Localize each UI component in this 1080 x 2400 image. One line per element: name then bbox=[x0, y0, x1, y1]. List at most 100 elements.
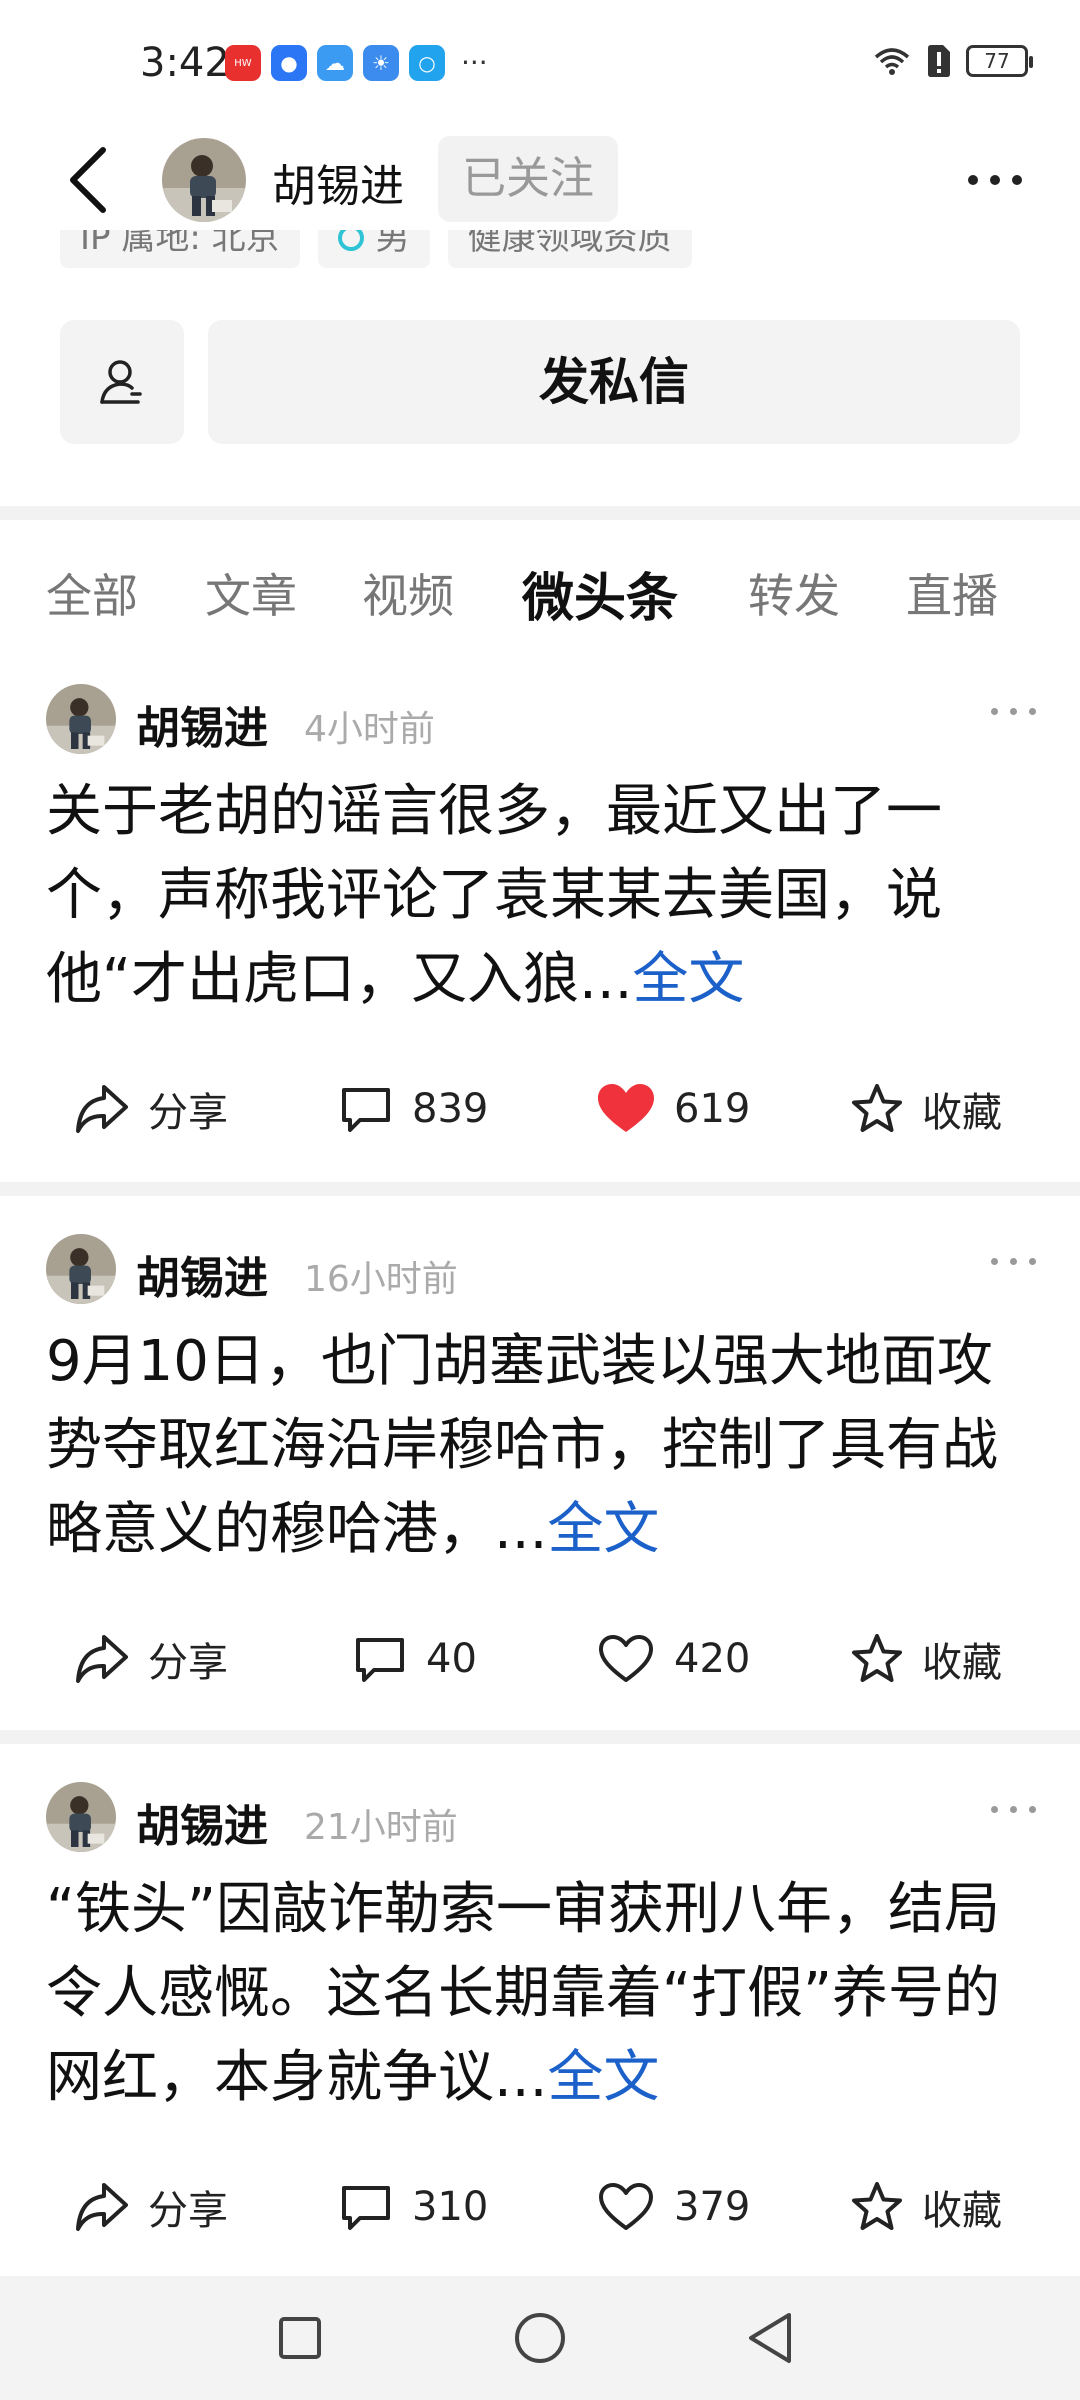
post-header: 胡锡进 16小时前 bbox=[46, 1234, 1036, 1306]
status-right: 77 bbox=[872, 44, 1033, 78]
user-icon bbox=[100, 360, 142, 404]
like-count: 379 bbox=[674, 2184, 751, 2230]
like-count: 420 bbox=[674, 1636, 751, 1682]
weather-app-icon: ☀ bbox=[363, 45, 399, 81]
qualification-tag[interactable]: 健康领域资质 bbox=[447, 230, 692, 268]
share-label: 分享 bbox=[148, 2188, 228, 2234]
collect-button[interactable]: 收藏 bbox=[850, 1069, 1002, 1149]
collect-label: 收藏 bbox=[922, 1090, 1002, 1136]
tab-reposts[interactable]: 转发 bbox=[748, 560, 840, 626]
more-dot-icon bbox=[991, 708, 998, 715]
ip-location-label: IP 属地: 北京 bbox=[80, 230, 280, 258]
send-message-button[interactable]: 发私信 bbox=[208, 320, 1020, 444]
read-full-link[interactable]: 全文 bbox=[547, 2045, 659, 2110]
avatar[interactable] bbox=[162, 138, 246, 222]
star-icon bbox=[852, 2182, 902, 2230]
profile-tags: IP 属地: 北京 男 健康领域资质 bbox=[0, 230, 1080, 282]
like-count: 619 bbox=[674, 1086, 751, 1132]
qualification-label: 健康领域资质 bbox=[467, 230, 672, 258]
user-contact-button[interactable] bbox=[60, 320, 184, 444]
comment-count: 40 bbox=[426, 1636, 477, 1682]
collect-button[interactable]: 收藏 bbox=[850, 2167, 1002, 2247]
post-actions: 分享 40 420 收藏 bbox=[0, 1619, 1080, 1699]
post-actions: 分享 310 379 收藏 bbox=[0, 2167, 1080, 2247]
comment-button[interactable]: 40 bbox=[352, 1619, 477, 1699]
share-button[interactable]: 分享 bbox=[74, 1069, 228, 1149]
collect-button[interactable]: 收藏 bbox=[850, 1619, 1002, 1699]
post-body: 关于老胡的谣言很多，最近又出了一个，声称我评论了袁某某去美国，说他“才出虎口，又… bbox=[46, 779, 942, 1012]
share-icon bbox=[76, 1635, 128, 1683]
post-text[interactable]: “铁头”因敲诈勒索一审获刑八年，结局令人感慨。这名长期靠着“打假”养号的网红，本… bbox=[46, 1868, 1036, 2120]
post-text[interactable]: 9月10日，也门胡塞武装以强大地面攻势夺取红海沿岸穆哈市，控制了具有战略意义的穆… bbox=[46, 1320, 1036, 1572]
comment-icon bbox=[342, 1088, 390, 1132]
gender-label: 男 bbox=[375, 230, 410, 258]
profile-actions: 发私信 bbox=[60, 320, 1020, 444]
share-button[interactable]: 分享 bbox=[74, 2167, 228, 2247]
more-dot-icon bbox=[1010, 1806, 1017, 1813]
comment-button[interactable]: 839 bbox=[338, 1069, 488, 1149]
sim-alert-icon bbox=[928, 45, 950, 77]
star-icon bbox=[852, 1084, 902, 1132]
share-button[interactable]: 分享 bbox=[74, 1619, 228, 1699]
share-icon bbox=[76, 1085, 128, 1133]
comment-button[interactable]: 310 bbox=[338, 2167, 488, 2247]
feed-post[interactable]: 胡锡进 4小时前 关于老胡的谣言很多，最近又出了一个，声称我评论了袁某某去美国，… bbox=[0, 684, 1080, 1154]
battery-icon: 77 bbox=[966, 45, 1033, 77]
back-arrow-icon bbox=[70, 147, 106, 213]
star-icon bbox=[852, 1634, 902, 1682]
section-divider bbox=[0, 506, 1080, 520]
more-dot-icon bbox=[1029, 1806, 1036, 1813]
like-button[interactable]: 420 bbox=[596, 1619, 750, 1699]
post-more-button[interactable] bbox=[991, 1806, 1036, 1813]
post-author[interactable]: 胡锡进 bbox=[136, 692, 268, 756]
tab-live[interactable]: 直播 bbox=[906, 560, 998, 626]
feed-post[interactable]: 胡锡进 21小时前 “铁头”因敲诈勒索一审获刑八年，结局令人感慨。这名长期靠着“… bbox=[0, 1782, 1080, 2252]
post-text[interactable]: 关于老胡的谣言很多，最近又出了一个，声称我评论了袁某某去美国，说他“才出虎口，又… bbox=[46, 770, 1036, 1022]
tab-videos[interactable]: 视频 bbox=[362, 560, 454, 626]
heart-icon bbox=[599, 1635, 653, 1682]
collect-label: 收藏 bbox=[922, 2188, 1002, 2234]
wifi-icon bbox=[874, 48, 910, 75]
system-nav-bar bbox=[0, 2276, 1080, 2400]
tab-articles[interactable]: 文章 bbox=[205, 560, 297, 626]
more-dot-icon bbox=[991, 1806, 998, 1813]
avatar-image bbox=[162, 138, 246, 222]
more-dot-icon bbox=[968, 175, 978, 185]
post-avatar[interactable] bbox=[46, 1234, 116, 1304]
tab-micro-posts[interactable]: 微头条 bbox=[522, 556, 678, 631]
comment-count: 310 bbox=[412, 2184, 489, 2230]
comment-icon bbox=[342, 2186, 390, 2230]
read-full-link[interactable]: 全文 bbox=[632, 947, 744, 1012]
following-button[interactable]: 已关注 bbox=[438, 136, 618, 222]
post-divider bbox=[0, 1730, 1080, 1744]
post-body: 9月10日，也门胡塞武装以强大地面攻势夺取红海沿岸穆哈市，控制了具有战略意义的穆… bbox=[46, 1329, 998, 1562]
read-full-link[interactable]: 全文 bbox=[547, 1497, 659, 1562]
collect-label: 收藏 bbox=[922, 1640, 1002, 1686]
recent-apps-button[interactable] bbox=[270, 2308, 330, 2368]
post-avatar[interactable] bbox=[46, 684, 116, 754]
more-dot-icon bbox=[1010, 708, 1017, 715]
more-dot-icon bbox=[1010, 1258, 1017, 1265]
post-author[interactable]: 胡锡进 bbox=[136, 1242, 268, 1306]
more-notifications-icon: ··· bbox=[461, 46, 488, 79]
post-time: 4小时前 bbox=[304, 709, 435, 750]
back-nav-button[interactable] bbox=[740, 2308, 800, 2368]
post-avatar[interactable] bbox=[46, 1782, 116, 1852]
search-app-icon: ○ bbox=[409, 45, 445, 81]
back-button[interactable] bbox=[55, 140, 135, 220]
like-button[interactable]: 379 bbox=[596, 2167, 750, 2247]
more-options-button[interactable] bbox=[955, 150, 1035, 210]
post-time: 21小时前 bbox=[304, 1807, 458, 1848]
like-button[interactable]: 619 bbox=[596, 1069, 750, 1149]
post-more-button[interactable] bbox=[991, 708, 1036, 715]
tab-all[interactable]: 全部 bbox=[46, 560, 138, 626]
feed-post[interactable]: 胡锡进 16小时前 9月10日，也门胡塞武装以强大地面攻势夺取红海沿岸穆哈市，控… bbox=[0, 1234, 1080, 1704]
share-label: 分享 bbox=[148, 1090, 228, 1136]
post-author[interactable]: 胡锡进 bbox=[136, 1790, 268, 1854]
post-body: “铁头”因敲诈勒索一审获刑八年，结局令人感慨。这名长期靠着“打假”养号的网红，本… bbox=[46, 1877, 1001, 2110]
triangle-back-icon bbox=[749, 2313, 791, 2363]
post-more-button[interactable] bbox=[991, 1258, 1036, 1265]
profile-name: 胡锡进 bbox=[272, 161, 404, 212]
profile-header: 胡锡进 已关注 bbox=[0, 130, 1080, 230]
home-button[interactable] bbox=[510, 2308, 570, 2368]
